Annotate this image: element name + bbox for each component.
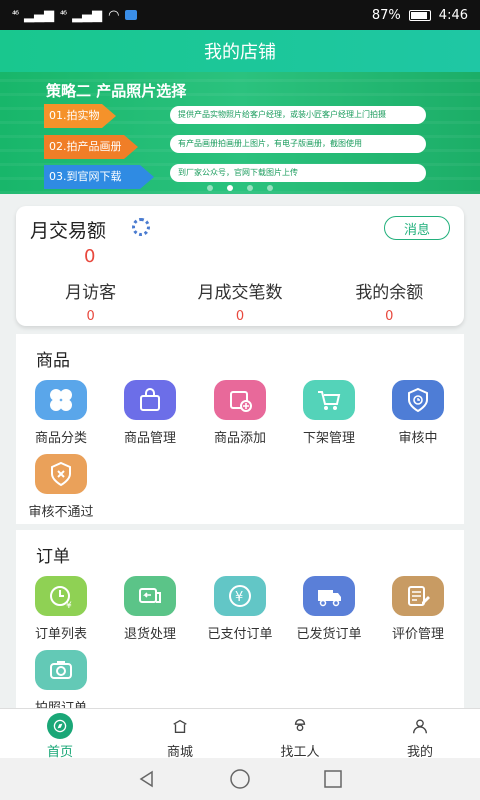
banner-title: 策略二 产品照片选择 xyxy=(46,82,187,100)
stat-label: 月访客 xyxy=(65,283,117,303)
grid-item-label: 审核中 xyxy=(398,431,438,446)
banner-dot[interactable] xyxy=(207,185,213,191)
signal-icon: ⁴⁶ xyxy=(12,9,19,21)
goods-rejected-button[interactable]: 审核不通过 xyxy=(16,454,106,520)
stats-row: 月访客 0 月成交笔数 0 我的余额 0 xyxy=(16,278,464,324)
grid-item-label: 退货处理 xyxy=(123,627,176,642)
tab-store[interactable]: 商城 xyxy=(120,709,240,760)
stat-label: 我的余额 xyxy=(355,283,424,303)
section-title: 商品 xyxy=(36,351,70,371)
tab-home[interactable]: 首页 xyxy=(0,709,120,760)
home-icon[interactable] xyxy=(228,767,252,791)
grid-item-label: 下架管理 xyxy=(302,431,355,446)
stat-value: 0 xyxy=(385,309,394,324)
bottom-tab-bar: 首页 商城 找工人 我的 xyxy=(0,708,480,760)
paid-orders-button[interactable]: ¥ 已支付订单 xyxy=(195,576,285,642)
recents-icon[interactable] xyxy=(322,768,344,790)
return-truck-icon xyxy=(124,576,176,616)
status-bar: ⁴⁶ ▂▄▆ ⁴⁶ ▂▄▆ ◠ 87% 4:46 xyxy=(0,0,480,30)
battery-icon xyxy=(408,9,431,21)
orders-section: 订单 ¥ 订单列表 退货处理 ¥ 已支付订单 已发货订单 评价管理 拍照订单 xyxy=(16,530,464,708)
banner-tag-1: 01.拍实物 xyxy=(44,104,116,128)
goods-add-button[interactable]: 商品添加 xyxy=(195,380,285,446)
shield-clock-icon xyxy=(392,380,444,420)
shipped-orders-button[interactable]: 已发货订单 xyxy=(284,576,374,642)
paid-icon: ¥ xyxy=(214,576,266,616)
compass-icon xyxy=(47,713,73,739)
svg-text:¥: ¥ xyxy=(235,590,243,605)
page-title: 我的店铺 xyxy=(204,42,276,63)
notification-icon xyxy=(125,10,138,20)
loading-spinner-icon xyxy=(132,218,150,236)
yen-clock-icon: ¥ xyxy=(35,576,87,616)
banner-note-1: 提供产品实物照片给客户经理，或装小匠客户经理上门拍摄 xyxy=(170,106,426,124)
grid-item-label: 评价管理 xyxy=(391,627,444,642)
cart-icon xyxy=(303,380,355,420)
goods-reviewing-button[interactable]: 审核中 xyxy=(373,380,463,446)
stat-balance[interactable]: 我的余额 0 xyxy=(315,278,464,324)
user-icon xyxy=(407,713,433,739)
stat-label: 月成交笔数 xyxy=(197,283,283,303)
app-header: 我的店铺 xyxy=(0,30,480,72)
returns-button[interactable]: 退货处理 xyxy=(105,576,195,642)
wifi-icon: ◠ xyxy=(108,7,120,23)
order-list-button[interactable]: ¥ 订单列表 xyxy=(16,576,106,642)
banner-dot-active[interactable] xyxy=(227,185,233,191)
banner-pagination xyxy=(0,185,480,191)
promo-banner[interactable]: 策略二 产品照片选择 01.拍实物 02.拍产品画册 03.到官网下载 提供产品… xyxy=(0,72,480,194)
stat-visitors[interactable]: 月访客 0 xyxy=(16,278,165,324)
goods-delist-button[interactable]: 下架管理 xyxy=(284,380,374,446)
banner-tag-2: 02.拍产品画册 xyxy=(44,135,138,159)
category-icon xyxy=(35,380,87,420)
grid-item-label: 已发货订单 xyxy=(296,627,362,642)
grid-item-label: 拍照订单 xyxy=(16,697,106,708)
camera-icon xyxy=(35,650,87,690)
monthly-revenue-value: 0 xyxy=(84,246,96,267)
grid-item-label: 商品管理 xyxy=(123,431,176,446)
back-icon[interactable] xyxy=(136,768,158,790)
clock: 4:46 xyxy=(438,7,468,23)
grid-item-label: 审核不通过 xyxy=(28,505,94,520)
system-nav-bar xyxy=(0,758,480,800)
banner-note-3: 到厂家公众号，官网下载图片上传 xyxy=(170,164,426,182)
monthly-revenue-title: 月交易额 xyxy=(30,220,107,242)
goods-section: 商品 商品分类 商品管理 商品添加 下架管理 审核中 审核不通过 xyxy=(16,334,464,524)
worker-icon xyxy=(287,713,313,739)
section-title: 订单 xyxy=(36,547,70,567)
grid-item-label: 商品添加 xyxy=(213,431,266,446)
banner-note-2: 有产品画册拍画册上图片，有电子版画册，截图使用 xyxy=(170,135,426,153)
banner-dot[interactable] xyxy=(267,185,273,191)
banner-dot[interactable] xyxy=(247,185,253,191)
signal-bars-icon-2: ▂▄▆ xyxy=(72,7,103,23)
grid-item-label: 已支付订单 xyxy=(207,627,273,642)
monthly-summary-card: 月交易额 0 消息 月访客 0 月成交笔数 0 我的余额 0 xyxy=(16,206,464,326)
store-icon xyxy=(167,713,193,739)
tab-find-worker[interactable]: 找工人 xyxy=(240,709,360,760)
truck-icon xyxy=(303,576,355,616)
review-icon xyxy=(392,576,444,616)
signal-bars-icon: ▂▄▆ xyxy=(24,7,55,23)
shopping-bag-icon xyxy=(124,380,176,420)
grid-item-label: 订单列表 xyxy=(34,627,87,642)
photo-orders-button[interactable]: 拍照订单 xyxy=(16,650,106,708)
stat-value: 0 xyxy=(235,309,245,324)
grid-item-label: 商品分类 xyxy=(34,431,87,446)
stat-value: 0 xyxy=(86,309,95,324)
signal-icon-2: ⁴⁶ xyxy=(60,9,67,21)
svg-text:¥: ¥ xyxy=(66,601,72,610)
battery-percent: 87% xyxy=(371,7,401,23)
add-product-icon xyxy=(214,380,266,420)
tab-mine[interactable]: 我的 xyxy=(360,709,480,760)
goods-manage-button[interactable]: 商品管理 xyxy=(105,380,195,446)
stat-transactions[interactable]: 月成交笔数 0 xyxy=(165,278,314,324)
review-manage-button[interactable]: 评价管理 xyxy=(373,576,463,642)
shield-x-icon xyxy=(35,454,87,494)
goods-category-button[interactable]: 商品分类 xyxy=(16,380,106,446)
message-button[interactable]: 消息 xyxy=(384,216,450,240)
